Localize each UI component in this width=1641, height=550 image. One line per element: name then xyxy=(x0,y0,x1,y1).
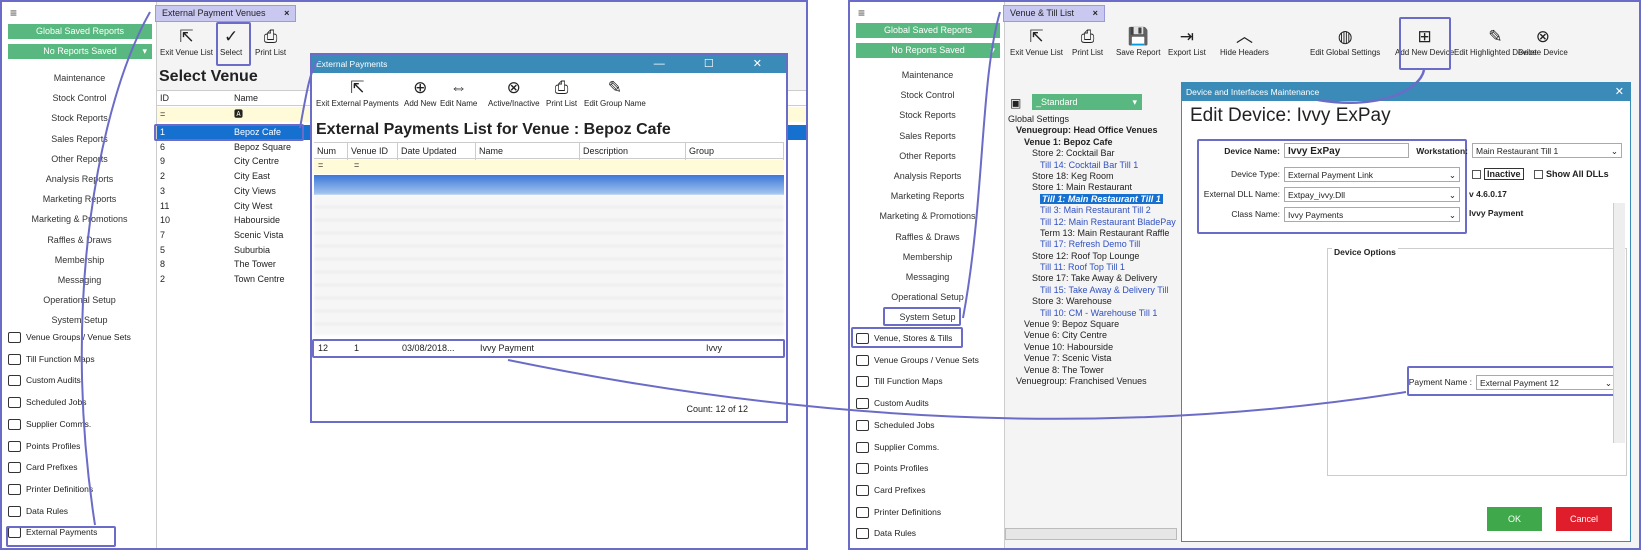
arrow-row-to-popup xyxy=(299,59,319,129)
arrow-add-device-to-dialog xyxy=(1317,69,1426,104)
arrow-system-setup-to-tab xyxy=(962,11,1001,319)
arrow-payment-to-dialog xyxy=(507,359,1407,420)
arrow-external-payments-to-tab xyxy=(80,11,151,526)
annotation-arrows xyxy=(80,11,1426,526)
